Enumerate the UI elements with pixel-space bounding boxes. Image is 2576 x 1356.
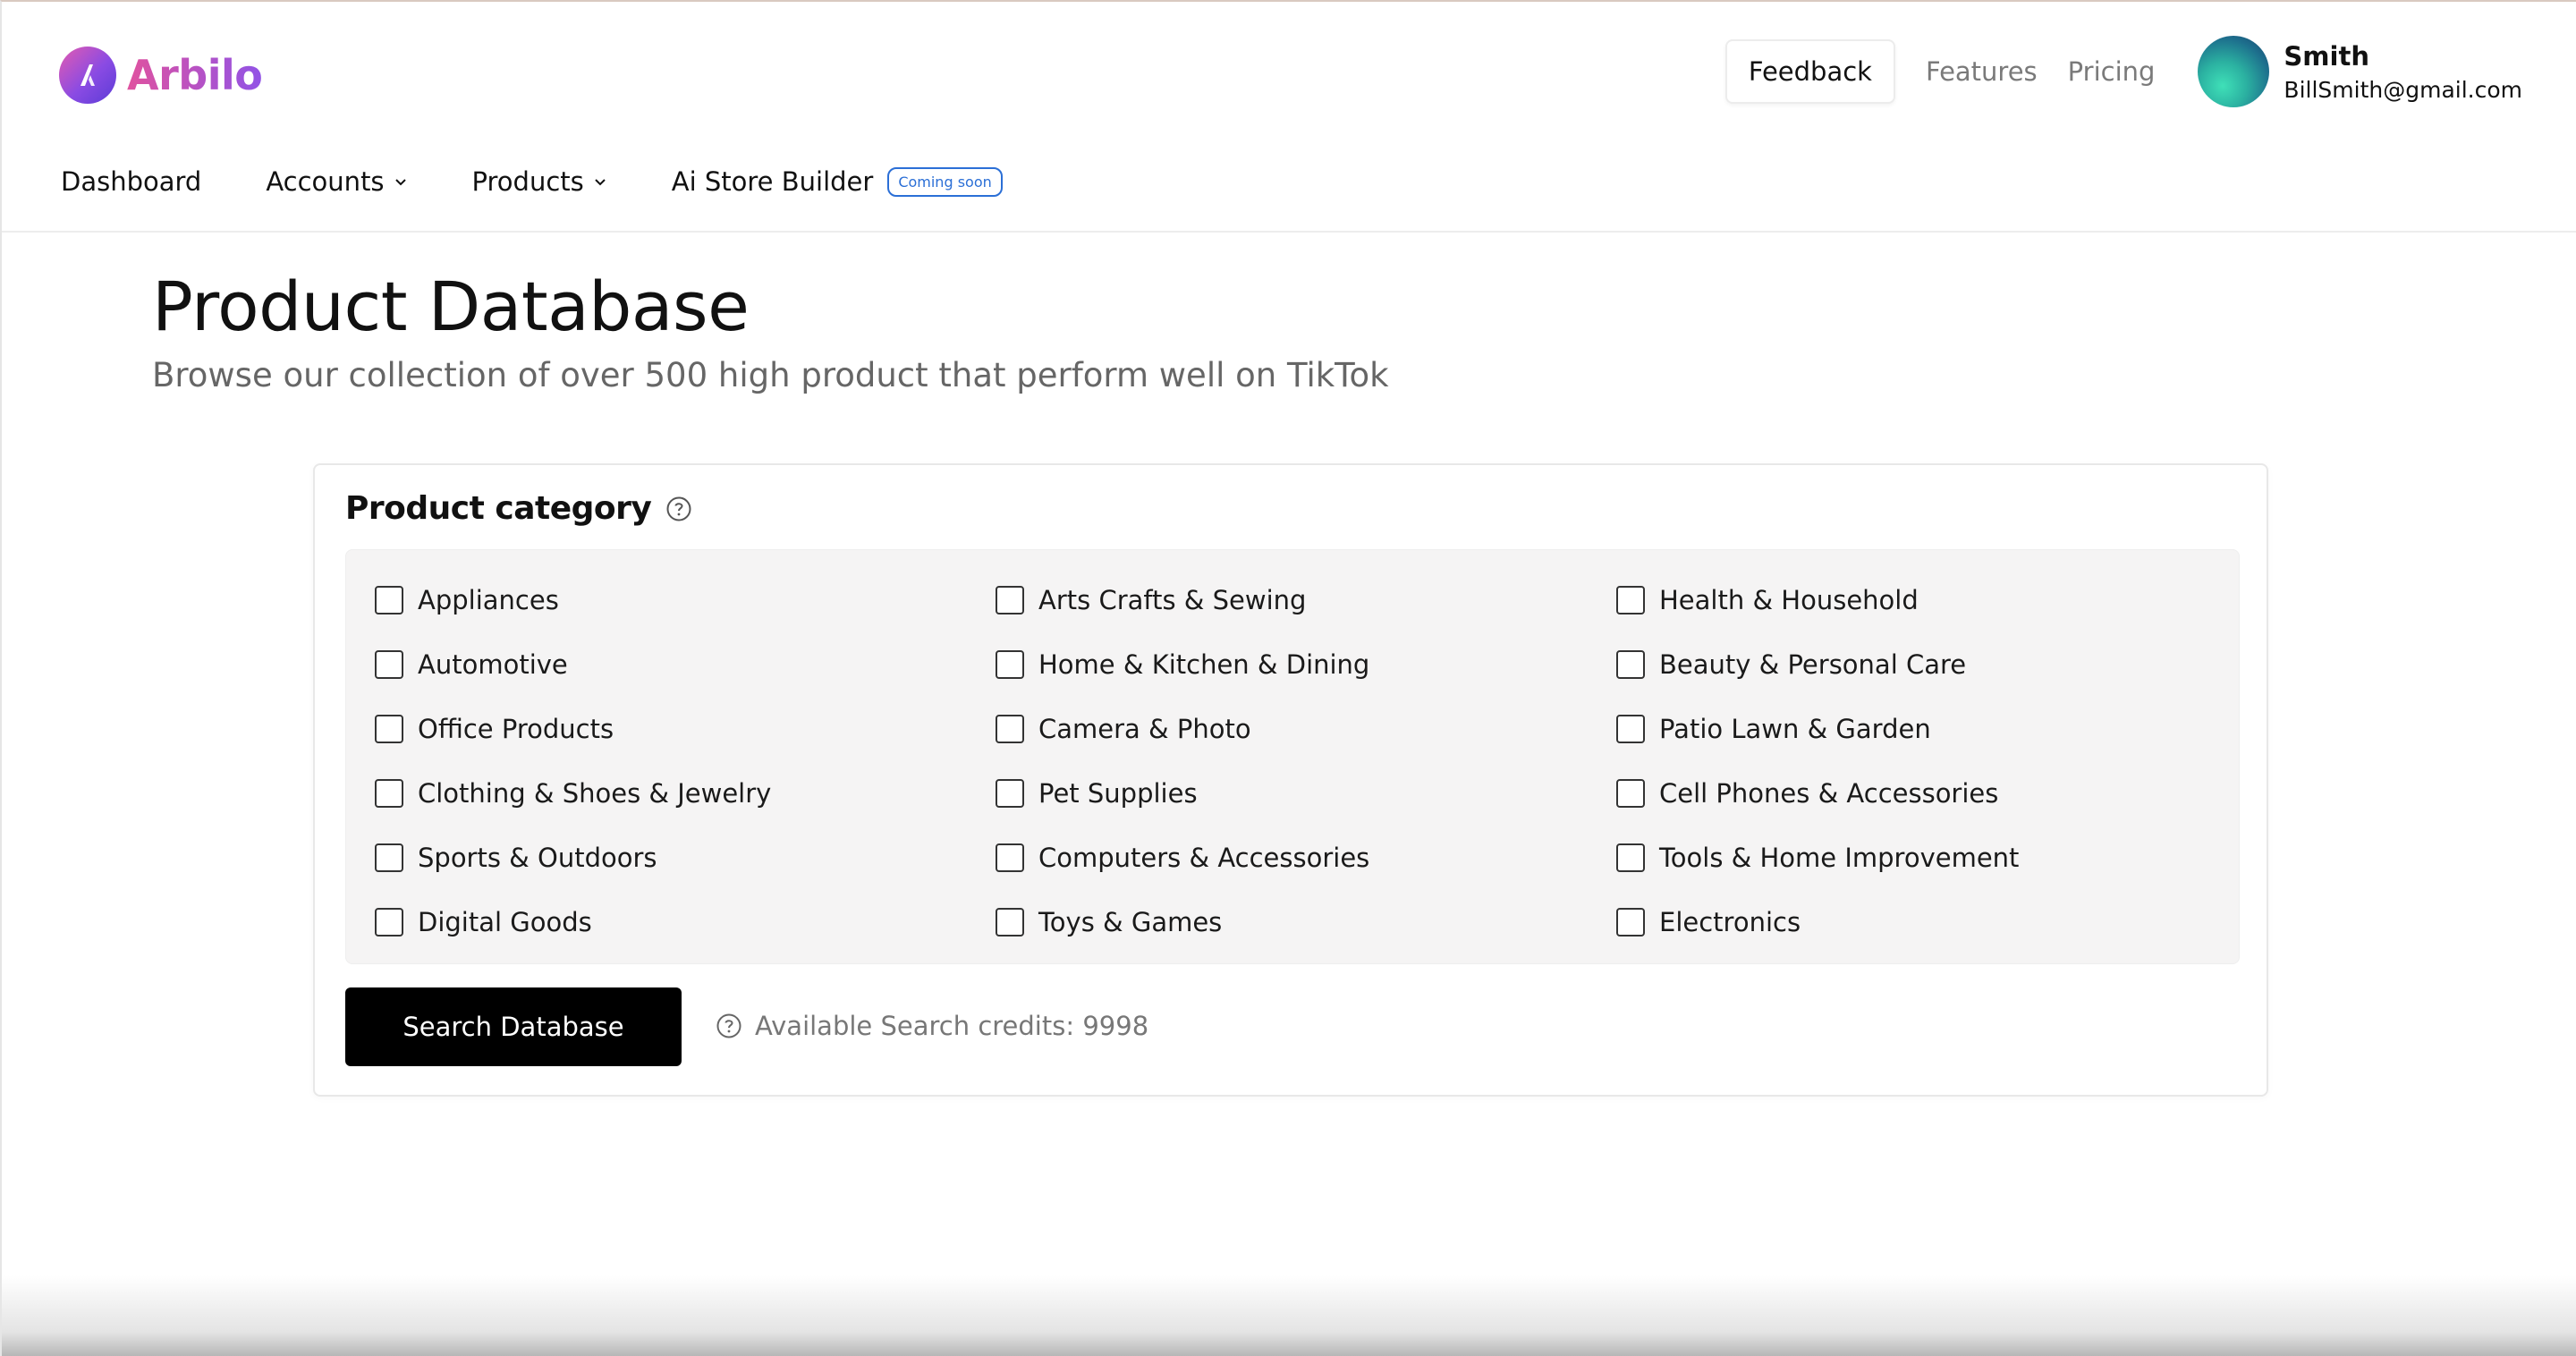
app-window: Arbilo Feedback Features Pricing Smith B… <box>0 0 2576 1356</box>
checkbox[interactable] <box>996 843 1024 872</box>
brand-logo[interactable]: Arbilo <box>59 47 263 104</box>
features-link[interactable]: Features <box>1926 56 2038 87</box>
checkbox[interactable] <box>375 779 403 808</box>
credits-text: Available Search credits: 9998 <box>755 1011 1149 1041</box>
checkbox[interactable] <box>375 843 403 872</box>
category-label: Clothing & Shoes & Jewelry <box>418 778 772 809</box>
nav-item-ai-store-builder[interactable]: Ai Store Builder Coming soon <box>672 166 1003 197</box>
category-label: Health & Household <box>1659 585 1919 615</box>
category-option[interactable]: Automotive <box>375 632 771 697</box>
search-credits: Available Search credits: 9998 <box>716 1011 1148 1041</box>
nav-divider <box>2 231 2576 233</box>
nav-item-label: Accounts <box>266 166 385 197</box>
category-option[interactable]: Health & Household <box>1616 568 2019 632</box>
avatar[interactable] <box>2198 36 2270 107</box>
category-panel: Appliances Automotive Office Products Cl… <box>345 549 2240 964</box>
category-option[interactable]: Arts Crafts & Sewing <box>996 568 1369 632</box>
checkbox[interactable] <box>996 908 1024 936</box>
nav-item-label: Products <box>471 166 584 197</box>
category-option[interactable]: Office Products <box>375 697 771 761</box>
category-label: Home & Kitchen & Dining <box>1038 649 1370 680</box>
category-option[interactable]: Appliances <box>375 568 771 632</box>
user-email: BillSmith@gmail.com <box>2284 76 2522 103</box>
search-database-button[interactable]: Search Database <box>345 987 682 1066</box>
help-circle-icon[interactable] <box>665 496 692 522</box>
category-option[interactable]: Electronics <box>1616 890 2019 954</box>
nav-item-label: Dashboard <box>61 166 202 197</box>
category-label: Tools & Home Improvement <box>1659 843 2020 873</box>
feedback-button[interactable]: Feedback <box>1724 39 1895 104</box>
nav-item-accounts[interactable]: Accounts <box>266 166 407 197</box>
category-label: Electronics <box>1659 907 1801 937</box>
checkbox[interactable] <box>375 586 403 614</box>
category-option[interactable]: Digital Goods <box>375 890 771 954</box>
checkbox[interactable] <box>1616 779 1645 808</box>
category-label: Patio Lawn & Garden <box>1659 714 1931 744</box>
chevron-down-icon <box>394 179 406 186</box>
main-nav: Dashboard Accounts Products Ai Store Bui… <box>61 166 1067 197</box>
user-info[interactable]: Smith BillSmith@gmail.com <box>2284 41 2522 103</box>
category-label: Appliances <box>418 585 559 615</box>
page-title: Product Database <box>152 267 750 346</box>
category-option[interactable]: Sports & Outdoors <box>375 826 771 890</box>
product-category-card: Product category Appliances Automotive O… <box>313 463 2268 1097</box>
category-column-1: Appliances Automotive Office Products Cl… <box>375 568 771 954</box>
checkbox[interactable] <box>996 715 1024 743</box>
category-label: Office Products <box>418 714 614 744</box>
checkbox[interactable] <box>1616 586 1645 614</box>
category-label: Automotive <box>418 649 568 680</box>
category-option[interactable]: Tools & Home Improvement <box>1616 826 2019 890</box>
category-column-3: Health & Household Beauty & Personal Car… <box>1616 568 2019 954</box>
card-title: Product category <box>345 490 652 527</box>
help-circle-icon[interactable] <box>716 1013 742 1039</box>
user-name: Smith <box>2284 40 2369 72</box>
category-label: Camera & Photo <box>1038 714 1251 744</box>
checkbox[interactable] <box>375 715 403 743</box>
arbilo-logo-icon <box>59 47 116 104</box>
checkbox[interactable] <box>375 908 403 936</box>
category-option[interactable]: Toys & Games <box>996 890 1369 954</box>
nav-item-products[interactable]: Products <box>472 166 607 197</box>
checkbox[interactable] <box>996 650 1024 679</box>
category-label: Pet Supplies <box>1038 778 1198 809</box>
category-option[interactable]: Pet Supplies <box>996 761 1369 826</box>
checkbox[interactable] <box>1616 908 1645 936</box>
checkbox[interactable] <box>996 586 1024 614</box>
nav-item-dashboard[interactable]: Dashboard <box>61 166 201 197</box>
bottom-shadow <box>2 1275 2576 1356</box>
category-option[interactable]: Beauty & Personal Care <box>1616 632 2019 697</box>
category-option[interactable]: Computers & Accessories <box>996 826 1369 890</box>
category-option[interactable]: Patio Lawn & Garden <box>1616 697 2019 761</box>
nav-item-label: Ai Store Builder <box>671 166 874 197</box>
category-label: Arts Crafts & Sewing <box>1038 585 1307 615</box>
category-label: Cell Phones & Accessories <box>1659 778 1999 809</box>
category-option[interactable]: Clothing & Shoes & Jewelry <box>375 761 771 826</box>
category-label: Digital Goods <box>418 907 592 937</box>
header-actions: Feedback Features Pricing Smith BillSmit… <box>1724 36 2522 107</box>
checkbox[interactable] <box>996 779 1024 808</box>
checkbox[interactable] <box>1616 715 1645 743</box>
card-header: Product category <box>345 490 692 527</box>
category-label: Beauty & Personal Care <box>1659 649 1967 680</box>
checkbox[interactable] <box>375 650 403 679</box>
category-option[interactable]: Camera & Photo <box>996 697 1369 761</box>
page-subtitle: Browse our collection of over 500 high p… <box>152 356 1389 394</box>
category-option[interactable]: Cell Phones & Accessories <box>1616 761 2019 826</box>
chevron-down-icon <box>595 179 606 186</box>
coming-soon-badge: Coming soon <box>887 166 1003 197</box>
checkbox[interactable] <box>1616 650 1645 679</box>
brand-name: Arbilo <box>127 51 263 99</box>
category-option[interactable]: Home & Kitchen & Dining <box>996 632 1369 697</box>
checkbox[interactable] <box>1616 843 1645 872</box>
pricing-link[interactable]: Pricing <box>2068 56 2156 87</box>
category-label: Sports & Outdoors <box>418 843 657 873</box>
category-label: Computers & Accessories <box>1038 843 1370 873</box>
category-column-2: Arts Crafts & Sewing Home & Kitchen & Di… <box>996 568 1369 954</box>
category-label: Toys & Games <box>1038 907 1223 937</box>
